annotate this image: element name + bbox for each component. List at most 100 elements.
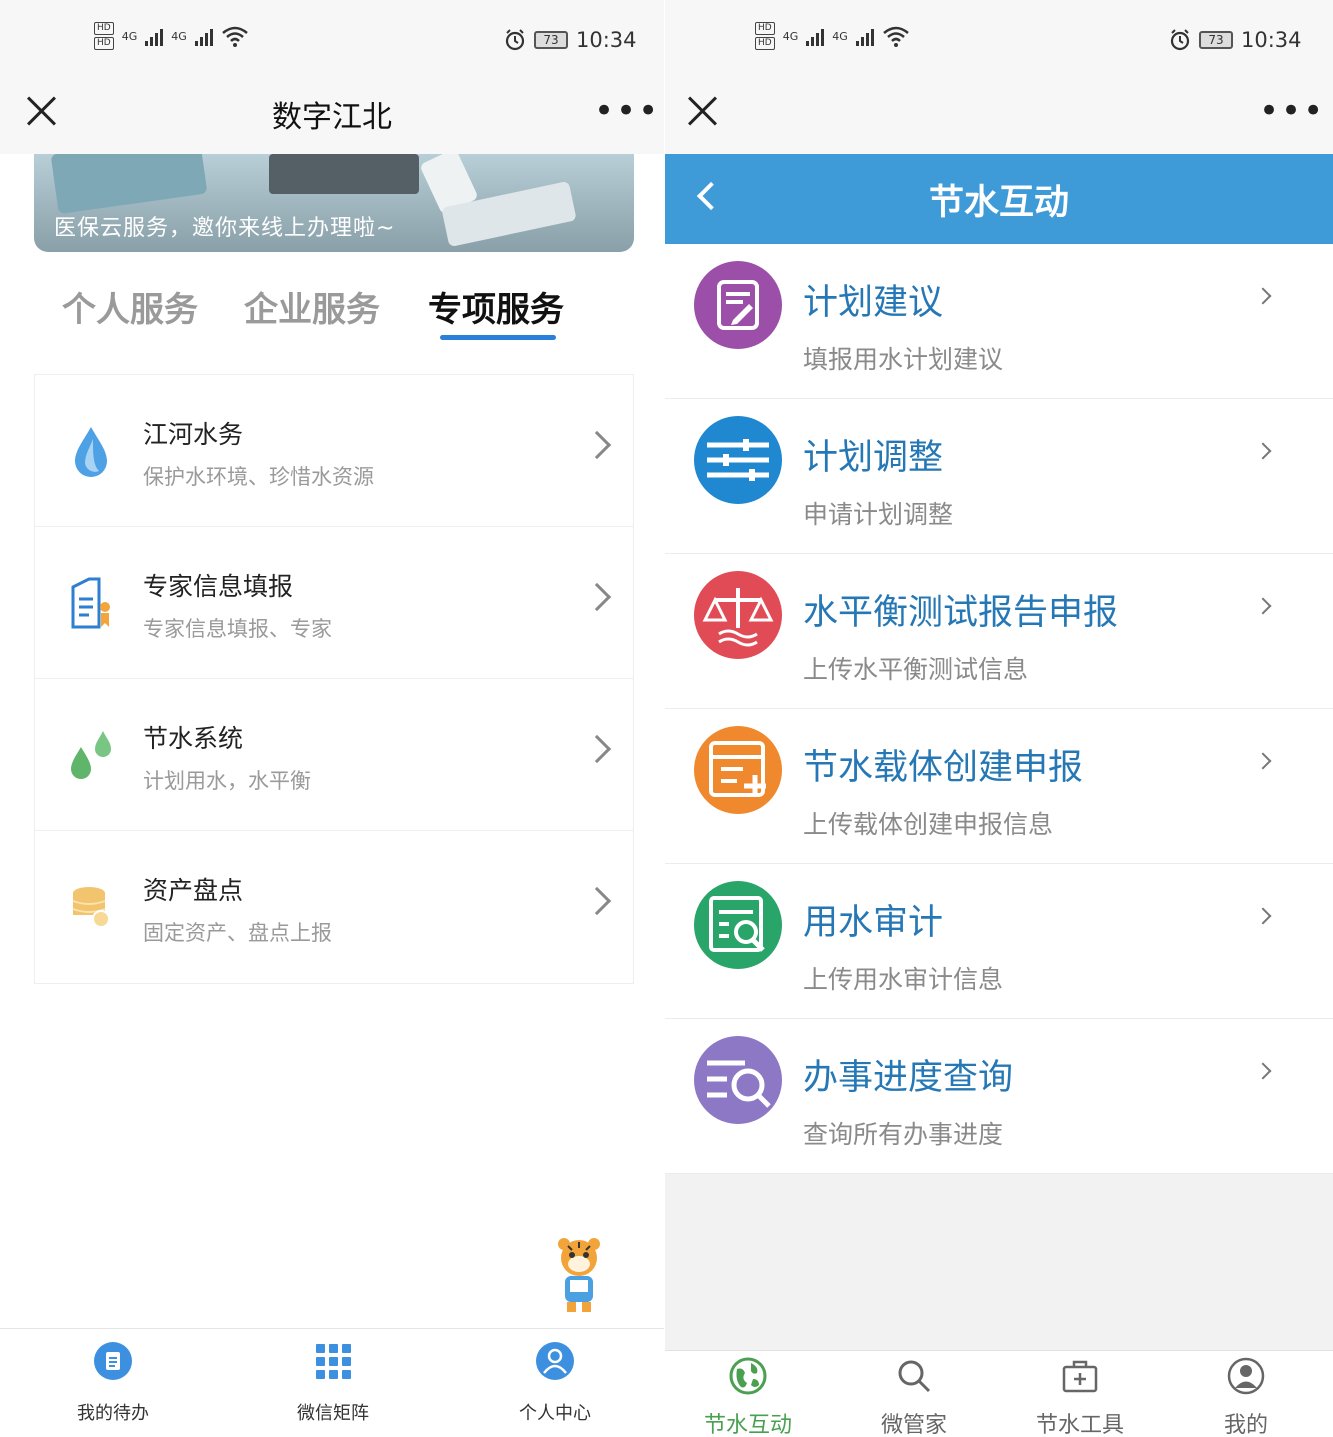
wifi-icon [221, 26, 248, 47]
form-add-icon [694, 726, 782, 814]
page-title: 数字江北 [272, 100, 392, 135]
hd-badge: HD [755, 22, 775, 35]
nav-mine[interactable]: 我的 [1181, 1357, 1311, 1437]
status-time: 10:34 [1241, 28, 1302, 52]
page-header: 节水互动 [665, 154, 1333, 244]
item-subtitle: 保护水环境、珍惜水资源 [143, 465, 374, 489]
service-list: 江河水务 保护水环境、珍惜水资源 专家信息填报 专家信息填报、专家 节水系统 计… [34, 374, 634, 984]
network-label: 4G [121, 29, 138, 43]
alarm-icon [505, 29, 525, 51]
item-title: 节水载体创建申报 [803, 748, 1084, 788]
item-title: 水平衡测试报告申报 [803, 593, 1119, 633]
list-item-plan-suggestion[interactable]: 计划建议 填报用水计划建议 [665, 244, 1333, 399]
hd-badge: HD [755, 37, 775, 50]
tab-enterprise-service[interactable]: 企业服务 [244, 282, 380, 331]
signal-icon [806, 26, 825, 46]
tab-personal-service[interactable]: 个人服务 [62, 282, 198, 331]
globe-icon [729, 1357, 767, 1395]
list-item-carrier-creation[interactable]: 节水载体创建申报 上传载体创建申报信息 [665, 709, 1333, 864]
signal-indicators: HD HD 4G 4G [755, 22, 910, 50]
item-title: 江河水务 [143, 420, 244, 449]
hd-badge: HD [94, 37, 114, 50]
status-time: 10:34 [576, 28, 637, 52]
item-subtitle: 上传水平衡测试信息 [803, 655, 1029, 684]
item-subtitle: 申请计划调整 [803, 500, 954, 529]
list-item-asset-inventory[interactable]: 资产盘点 固定资产、盘点上报 [35, 831, 633, 983]
nav-wechat-matrix[interactable]: 微信矩阵 [258, 1341, 408, 1425]
chevron-right-icon [1254, 442, 1272, 460]
status-bar: HD HD 4G 4G 73 10:34 [665, 0, 1333, 82]
item-title: 用水审计 [803, 903, 944, 943]
item-subtitle: 上传载体创建申报信息 [803, 810, 1054, 839]
chevron-right-icon [1254, 597, 1272, 615]
toolbox-icon [1062, 1360, 1098, 1393]
item-title: 节水系统 [143, 724, 244, 753]
signal-indicators: HD HD 4G 4G [94, 22, 249, 50]
nav-bar: 数字江北 ••• [0, 82, 664, 154]
chevron-right-icon [582, 430, 612, 460]
list-item-expert-info[interactable]: 专家信息填报 专家信息填报、专家 [35, 527, 633, 679]
nav-water-tools[interactable]: 节水工具 [1015, 1357, 1145, 1437]
battery-icon: 73 [1199, 31, 1233, 49]
wifi-icon [882, 26, 909, 47]
audit-search-icon [694, 881, 782, 969]
nav-wei-manager[interactable]: 微管家 [849, 1357, 979, 1437]
chevron-right-icon [582, 886, 612, 916]
item-subtitle: 固定资产、盘点上报 [143, 921, 332, 945]
chevron-right-icon [582, 734, 612, 764]
item-subtitle: 查询所有办事进度 [803, 1120, 1004, 1149]
service-list: 计划建议 填报用水计划建议 计划调整 申请计划调整 水平衡测试报告申报 上传水平… [665, 244, 1333, 1174]
signal-icon [855, 26, 874, 46]
item-subtitle: 填报用水计划建议 [803, 345, 1004, 374]
chevron-right-icon [1254, 752, 1272, 770]
list-item-river-water[interactable]: 江河水务 保护水环境、珍惜水资源 [35, 375, 633, 527]
list-item-progress-query[interactable]: 办事进度查询 查询所有办事进度 [665, 1019, 1333, 1174]
tab-special-service[interactable]: 专项服务 [428, 282, 564, 331]
user-icon [536, 1342, 574, 1380]
water-drop-icon [75, 427, 107, 477]
balance-scale-icon [694, 571, 782, 659]
list-item-water-balance-report[interactable]: 水平衡测试报告申报 上传水平衡测试信息 [665, 554, 1333, 709]
item-title: 资产盘点 [143, 876, 244, 905]
nav-my-todo[interactable]: 我的待办 [38, 1341, 188, 1425]
status-bar: HD HD 4G 4G 73 10:34 [0, 0, 664, 82]
close-icon[interactable] [687, 96, 717, 126]
water-drops-icon [71, 731, 111, 779]
todo-icon [94, 1342, 132, 1380]
list-item-water-saving[interactable]: 节水系统 计划用水，水平衡 [35, 679, 633, 831]
chevron-right-icon [1254, 1062, 1272, 1080]
list-item-water-audit[interactable]: 用水审计 上传用水审计信息 [665, 864, 1333, 1019]
signal-icon [194, 26, 213, 46]
banner-text: 医保云服务，邀你来线上办理啦~ [54, 216, 396, 241]
battery-icon: 73 [534, 31, 568, 49]
search-icon [898, 1360, 931, 1393]
chevron-right-icon [1254, 287, 1272, 305]
list-item-plan-adjustment[interactable]: 计划调整 申请计划调整 [665, 399, 1333, 554]
promo-banner[interactable]: 医保云服务，邀你来线上办理啦~ [34, 154, 634, 252]
laptop-image [269, 154, 419, 194]
chevron-right-icon [1254, 907, 1272, 925]
tiger-mascot-icon[interactable] [548, 1236, 610, 1318]
nav-bar: ••• [665, 82, 1333, 154]
nav-water-interaction[interactable]: 节水互动 [683, 1357, 813, 1437]
network-label: 4G [171, 29, 187, 43]
more-icon[interactable]: ••• [1259, 94, 1325, 128]
more-icon[interactable]: ••• [594, 94, 660, 128]
item-subtitle: 专家信息填报、专家 [143, 617, 332, 641]
right-screen: HD HD 4G 4G 73 10:34 ••• 节水互动 计划建议 填报用水计划… [665, 0, 1333, 1437]
grid-icon [316, 1344, 351, 1379]
edit-doc-icon [694, 261, 782, 349]
item-title: 办事进度查询 [803, 1058, 1014, 1098]
nav-personal-center[interactable]: 个人中心 [480, 1341, 630, 1425]
item-title: 计划建议 [803, 283, 944, 323]
hd-badge: HD [94, 22, 114, 35]
item-title: 专家信息填报 [143, 572, 294, 601]
service-tabs: 个人服务 企业服务 专项服务 [62, 282, 622, 342]
network-label: 4G [782, 29, 799, 43]
sliders-icon [694, 416, 782, 504]
bottom-nav: 节水互动 微管家 节水工具 我的 [665, 1350, 1333, 1437]
item-title: 计划调整 [803, 438, 944, 478]
active-tab-indicator [440, 335, 556, 340]
coins-icon [72, 887, 110, 928]
expert-form-icon [71, 577, 110, 629]
